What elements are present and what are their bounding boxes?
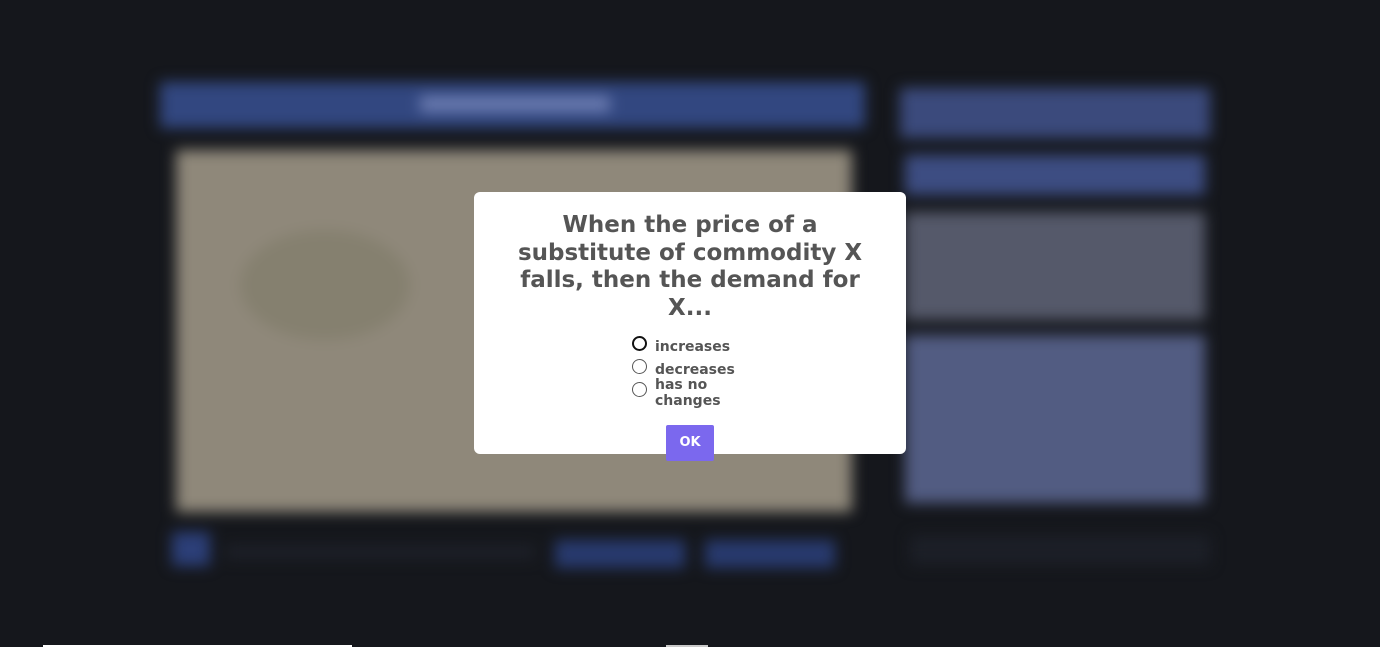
blurred-video-sketch	[240, 230, 410, 340]
answer-options: increases decreases has no changes	[610, 334, 770, 409]
radio-button-has-no-changes[interactable]	[632, 382, 647, 397]
quiz-question: When the price of a substitute of commod…	[517, 212, 863, 321]
option-has-no-changes[interactable]: has no changes	[632, 377, 770, 409]
blurred-sidebar-header	[900, 88, 1210, 138]
blurred-play-button	[172, 532, 210, 566]
option-label: increases	[655, 339, 731, 355]
blurred-control-button-1	[555, 540, 685, 568]
blurred-control-button-2	[705, 540, 835, 568]
blurred-title-text	[420, 96, 610, 112]
blurred-progress-bar	[225, 545, 535, 559]
quiz-dialog: When the price of a substitute of commod…	[474, 192, 906, 461]
radio-button-decreases[interactable]	[632, 359, 647, 374]
blurred-sidebar-card-1	[905, 212, 1205, 320]
blurred-sidebar-footer	[910, 535, 1210, 565]
blurred-sidebar-card-2	[905, 335, 1205, 503]
option-label: has no changes	[655, 377, 721, 409]
ok-button[interactable]: OK	[666, 425, 714, 461]
radio-button-increases[interactable]	[632, 336, 647, 351]
blurred-sidebar-tab	[905, 155, 1205, 195]
option-increases[interactable]: increases	[632, 334, 770, 357]
